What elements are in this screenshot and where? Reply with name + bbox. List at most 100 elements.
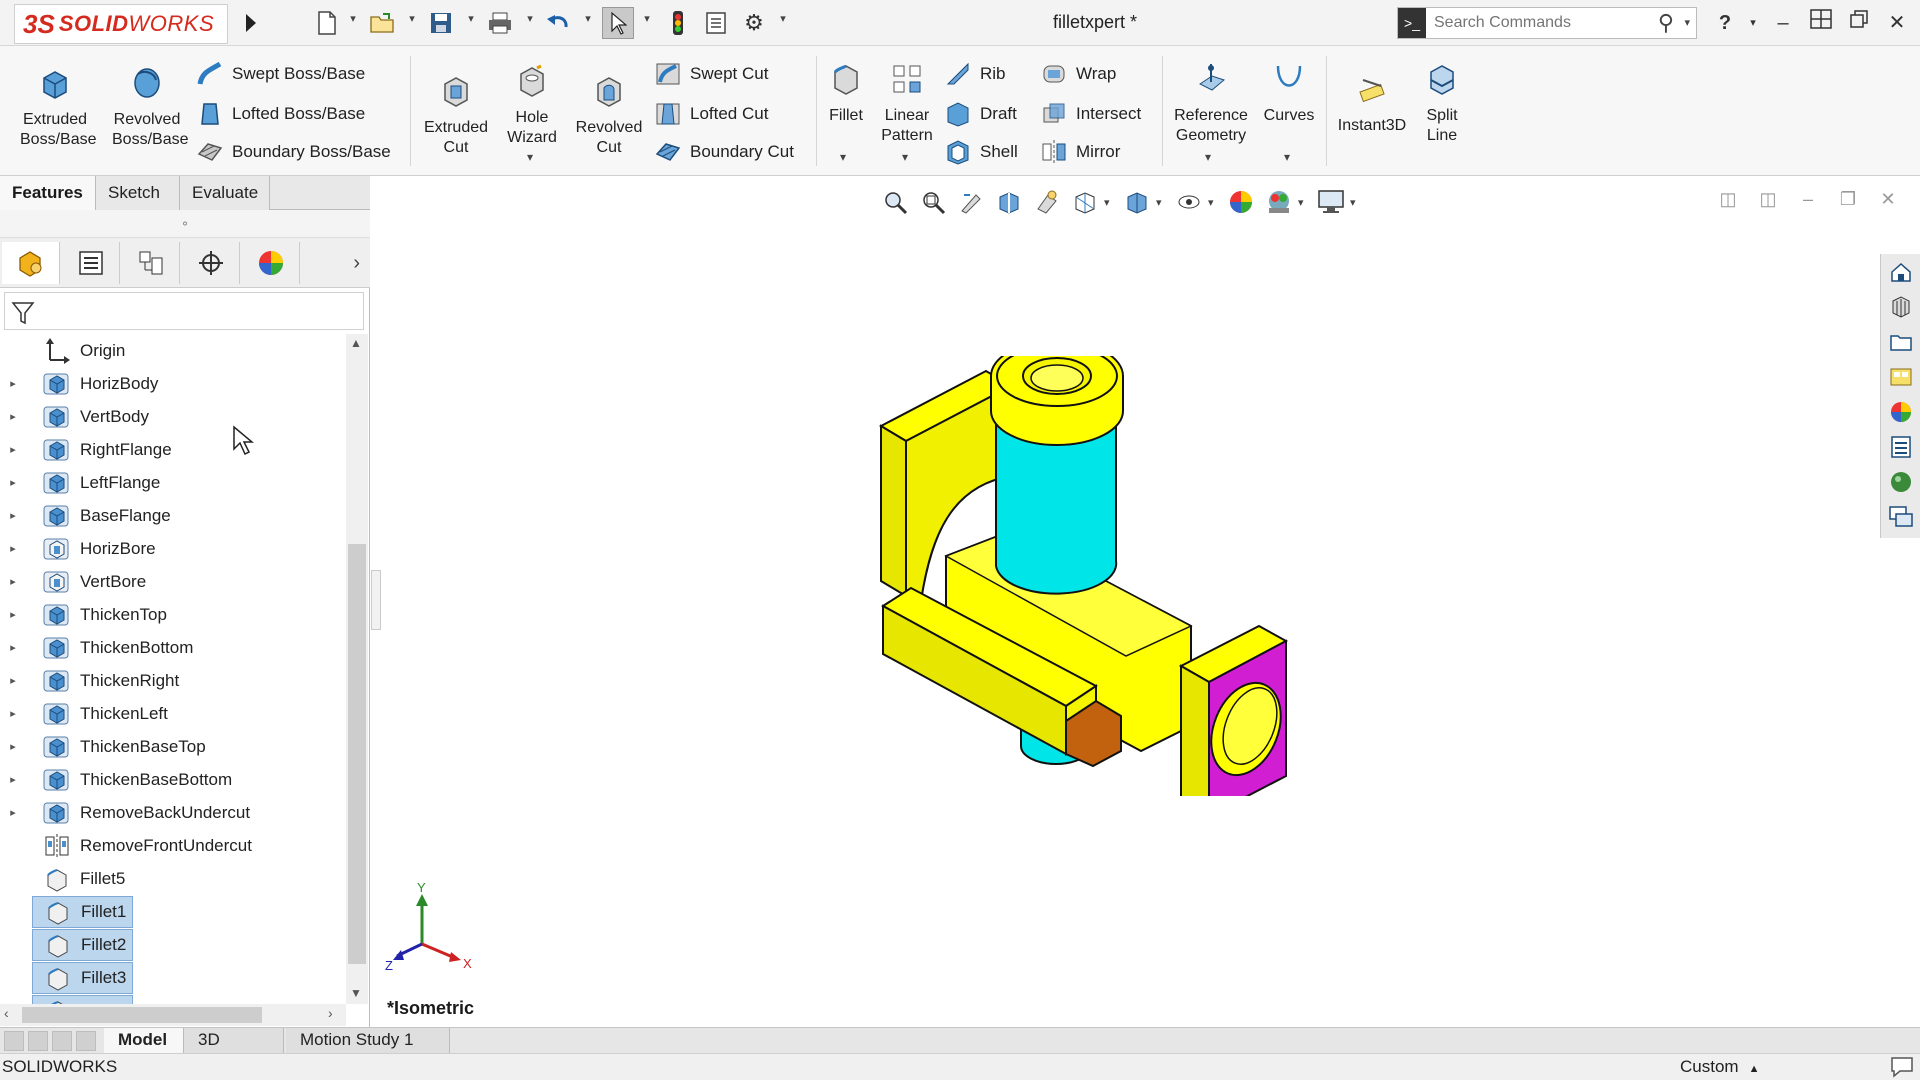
swept-boss-button[interactable]: Swept Boss/Base (196, 58, 365, 90)
tab-evaluate[interactable]: Evaluate (180, 176, 270, 210)
zoom-to-area-icon[interactable] (914, 185, 952, 219)
tree-item-thickenright[interactable]: ▸ ThickenRight (0, 664, 346, 697)
display-manager-tab[interactable] (242, 242, 300, 284)
view-orientation-dropdown-icon[interactable]: ▾ (1104, 196, 1118, 209)
property-manager-tab[interactable] (62, 242, 120, 284)
viewport-restore-icon[interactable]: ❐ (1828, 184, 1868, 214)
open-dropdown-icon[interactable]: ▾ (406, 12, 418, 25)
tree-item-body[interactable]: ThickenBottom (32, 633, 199, 663)
display-style-icon[interactable] (1118, 185, 1156, 219)
notification-icon[interactable] (1890, 1056, 1914, 1080)
revolved-cut-button[interactable]: Revolved Cut (570, 74, 648, 158)
tab-sketch[interactable]: Sketch (96, 176, 180, 210)
rib-button[interactable]: Rib (944, 58, 1006, 90)
split-line-button[interactable]: Split Line (1412, 62, 1472, 146)
more-tabs-icon[interactable]: › (353, 252, 360, 275)
scrollbar-thumb[interactable] (348, 544, 366, 964)
apply-scene-dropdown-icon[interactable]: ▾ (1298, 196, 1312, 209)
instant3d-button[interactable]: Instant3D (1332, 72, 1412, 136)
curves-button[interactable]: Curves (1258, 62, 1320, 126)
tab-motion-study[interactable]: Motion Study 1 (286, 1028, 450, 1054)
tree-item-body[interactable]: RemoveFrontUndercut (32, 831, 258, 861)
tree-item-origin[interactable]: Origin (0, 334, 346, 367)
tree-filter-field[interactable] (4, 292, 364, 330)
tab-3d-views[interactable]: 3D Views (184, 1028, 284, 1073)
section-view-icon[interactable] (990, 185, 1028, 219)
expand-arrow-icon[interactable]: ▸ (0, 542, 26, 555)
extruded-boss-button[interactable]: Extruded Boss/Base (12, 66, 98, 150)
tree-item-body[interactable]: ThickenBaseBottom (32, 765, 238, 795)
lofted-cut-button[interactable]: Lofted Cut (654, 98, 768, 130)
minimize-icon[interactable]: – (1768, 8, 1798, 38)
expand-arrow-icon[interactable]: ▸ (0, 674, 26, 687)
community-forum-icon[interactable] (1881, 499, 1920, 534)
tree-item-body[interactable]: Fillet5 (32, 864, 131, 894)
tree-item-body[interactable]: Fillet1 (32, 895, 134, 928)
close-icon[interactable]: ✕ (1882, 8, 1912, 38)
solidworks-logo[interactable]: 3S SOLIDWORKS (14, 4, 228, 44)
undo-dropdown-icon[interactable]: ▾ (582, 12, 594, 25)
tree-item-fillet3[interactable]: Fillet3 (0, 961, 346, 994)
tree-item-body[interactable]: HorizBore (32, 534, 162, 564)
design-library-icon[interactable] (1881, 289, 1920, 324)
tree-item-body[interactable]: BaseFlange (32, 501, 177, 531)
wrap-button[interactable]: Wrap (1040, 58, 1116, 90)
feature-manager-tab[interactable] (2, 242, 60, 284)
tree-horizontal-scrollbar[interactable]: ‹ › (0, 1004, 346, 1026)
expand-arrow-icon[interactable]: ▸ (0, 806, 26, 819)
fillet-dropdown-icon[interactable]: ▾ (840, 150, 846, 164)
tree-item-thickenbasebottom[interactable]: ▸ ThickenBaseBottom (0, 763, 346, 796)
unit-system-selector[interactable]: Custom ▲ (1680, 1057, 1820, 1077)
draft-button[interactable]: Draft (944, 98, 1017, 130)
tree-item-body[interactable]: VertBore (32, 567, 152, 597)
linear-pattern-button[interactable]: Linear Pattern (872, 62, 942, 146)
expand-arrow-icon[interactable]: ▸ (0, 443, 26, 456)
tree-item-body[interactable]: ThickenRight (32, 666, 185, 696)
tree-item-fillet5[interactable]: Fillet5 (0, 862, 346, 895)
tree-vertical-scrollbar[interactable]: ▲ ▼ (346, 334, 368, 1004)
curves-dropdown-icon[interactable]: ▾ (1284, 150, 1290, 164)
search-icon[interactable]: ⚲ (1658, 10, 1674, 36)
expand-arrow-icon[interactable]: ▸ (0, 707, 26, 720)
graphics-area[interactable]: ▾ ▾ ▾ ▾ ▾ ◫ ◫ – ❐ ✕ Y X Z *Isometric (371, 176, 1920, 1027)
tree-item-thickentop[interactable]: ▸ ThickenTop (0, 598, 346, 631)
viewport-minimize-icon[interactable]: – (1788, 184, 1828, 214)
reference-geometry-dropdown-icon[interactable]: ▾ (1205, 150, 1211, 164)
hole-wizard-button[interactable]: Hole Wizard (496, 64, 568, 148)
expand-arrow-icon[interactable]: ▸ (0, 377, 26, 390)
tree-item-leftflange[interactable]: ▸ LeftFlange (0, 466, 346, 499)
select-cursor-icon[interactable] (602, 7, 634, 39)
tree-item-horizbore[interactable]: ▸ HorizBore (0, 532, 346, 565)
select-dropdown-icon[interactable]: ▾ (641, 12, 653, 25)
tree-item-horizbody[interactable]: ▸ HorizBody (0, 367, 346, 400)
tree-item-fillet4[interactable]: Fillet4 (0, 994, 346, 1004)
undo-icon[interactable] (543, 8, 573, 38)
configuration-manager-tab[interactable] (122, 242, 180, 284)
hide-show-dropdown-icon[interactable]: ▾ (1208, 196, 1222, 209)
tree-item-body[interactable]: RemoveBackUndercut (32, 798, 256, 828)
last-tab-icon[interactable] (76, 1031, 96, 1051)
view-palette-icon[interactable] (1881, 359, 1920, 394)
search-commands-box[interactable]: >_ ⚲ ▾ (1397, 7, 1697, 39)
tree-item-body[interactable]: LeftFlange (32, 468, 166, 498)
print-dropdown-icon[interactable]: ▾ (524, 12, 536, 25)
tree-item-body[interactable]: Fillet2 (32, 928, 134, 961)
new-dropdown-icon[interactable]: ▾ (347, 12, 359, 25)
view-settings-icon[interactable] (1312, 185, 1350, 219)
dynamic-annotation-icon[interactable] (1028, 185, 1066, 219)
scroll-left-icon[interactable]: ‹ (4, 1005, 9, 1021)
tree-item-thickenbasetop[interactable]: ▸ ThickenBaseTop (0, 730, 346, 763)
search-dropdown-icon[interactable]: ▾ (1684, 16, 1690, 29)
apply-scene-icon[interactable] (1260, 185, 1298, 219)
intersect-button[interactable]: Intersect (1040, 98, 1141, 130)
help-icon[interactable]: ? (1710, 8, 1740, 38)
help-dropdown-icon[interactable]: ▾ (1738, 8, 1768, 38)
lofted-boss-button[interactable]: Lofted Boss/Base (196, 98, 365, 130)
expand-arrow-icon[interactable]: ▸ (0, 773, 26, 786)
mirror-button[interactable]: Mirror (1040, 136, 1120, 168)
tree-item-rightflange[interactable]: ▸ RightFlange (0, 433, 346, 466)
left-flange-side[interactable] (880, 424, 907, 598)
previous-window-icon[interactable]: ◫ (1708, 184, 1748, 214)
next-window-icon[interactable]: ◫ (1748, 184, 1788, 214)
open-folder-icon[interactable] (368, 8, 398, 38)
